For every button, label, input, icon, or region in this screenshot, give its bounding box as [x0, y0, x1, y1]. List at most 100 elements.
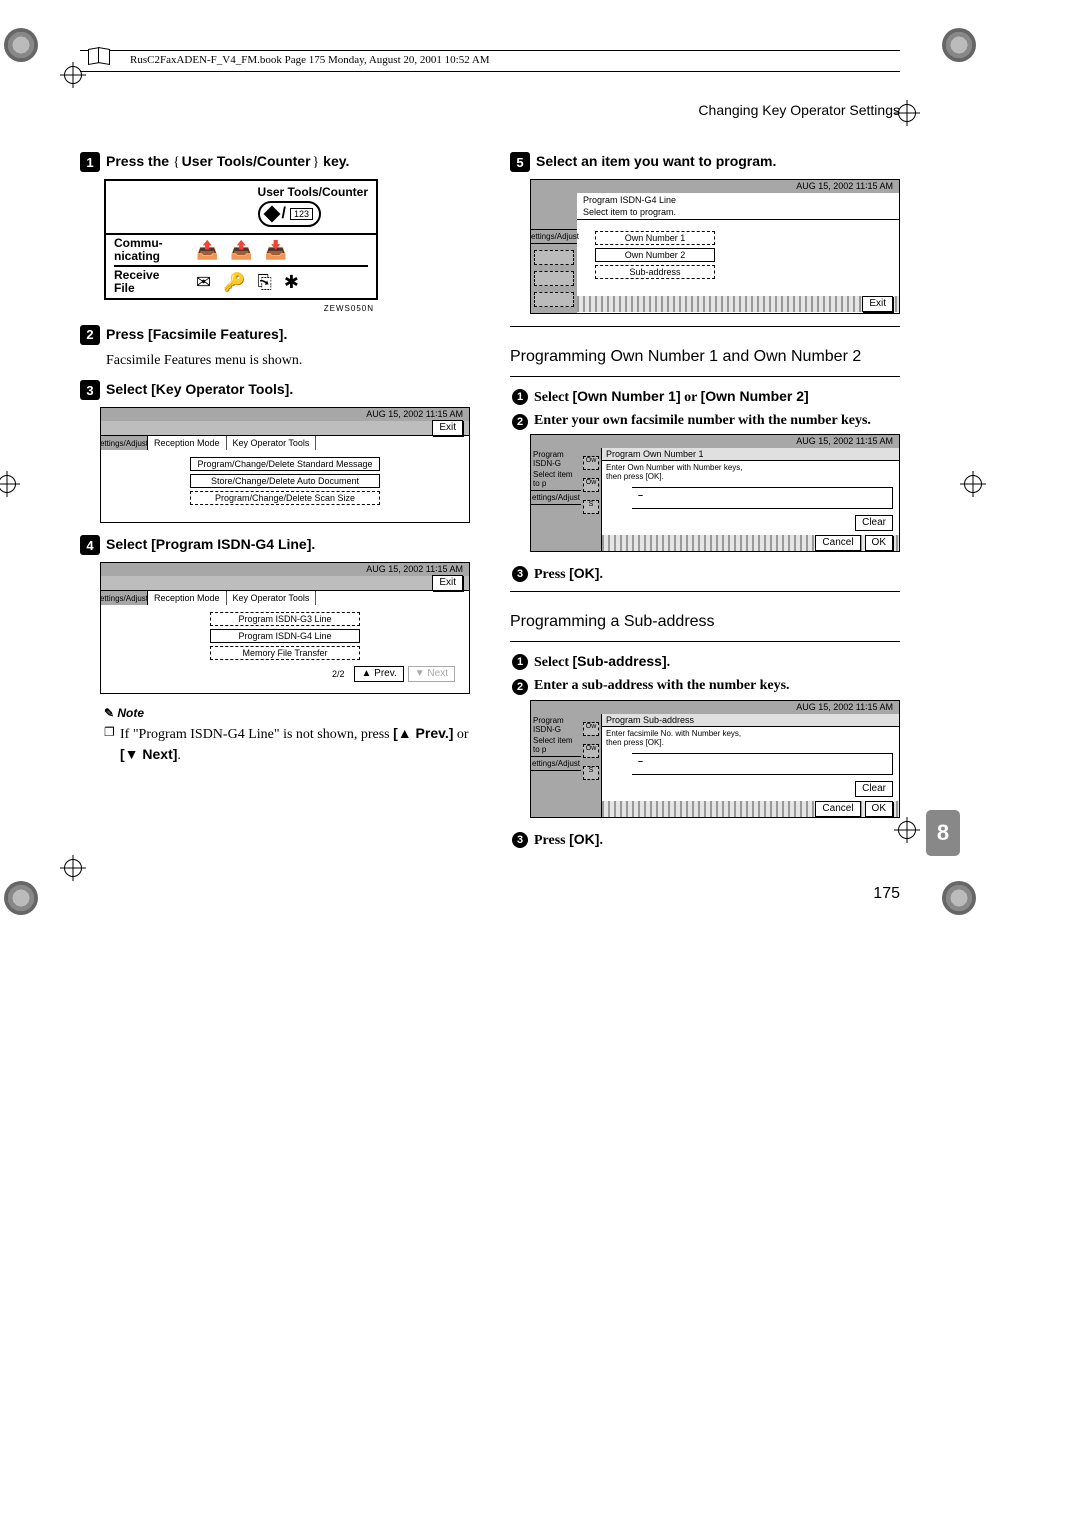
note-block: Note If "Program ISDN-G4 Line" is not sh… [104, 706, 470, 765]
side-tab[interactable]: ettings/Adjust [101, 436, 148, 450]
step-2: 2 Press [Facsimile Features]. [80, 325, 470, 346]
tab-keyop[interactable]: Key Operator Tools [227, 591, 317, 605]
substep-badge: 3 [512, 566, 528, 582]
substep-badge: 3 [512, 832, 528, 848]
asterisk-icon: ✱ [284, 272, 299, 293]
tab-reception[interactable]: Reception Mode [148, 436, 227, 450]
screenshot-sub-address: AUG 15, 2002 11∶15 AM Program ISDN-G Sel… [530, 700, 900, 818]
side-tab[interactable]: ettings/Adjust [101, 591, 148, 605]
menu-item[interactable]: Store/Change/Delete Auto Document [190, 474, 380, 488]
substep-3: 3 Press [OK]. [512, 564, 900, 585]
list-peek: Ow [583, 722, 599, 736]
next-button: ▼ Next [408, 666, 455, 682]
step-5: 5 Select an item you want to program. [510, 152, 900, 173]
menu-item[interactable]: Program/Change/Delete Scan Size [190, 491, 380, 505]
reg-mark-tr [942, 28, 976, 62]
dialog-hint: Enter Own Number with Number keys, then … [602, 461, 899, 483]
step-body: Facsimile Features menu is shown. [106, 352, 470, 371]
number-input[interactable] [632, 753, 893, 775]
row-label: Commu- nicating [114, 237, 184, 263]
chapter-tab: 8 [926, 810, 960, 856]
step-1: 1 Press the {User Tools/Counter} key. [80, 152, 470, 173]
substep-2b: 2 Enter a sub-address with the number ke… [512, 677, 900, 696]
reg-mark-bl [4, 881, 38, 915]
substep-badge: 1 [512, 389, 528, 405]
exit-button[interactable]: Exit [432, 420, 463, 436]
number-input[interactable] [632, 487, 893, 509]
substep-badge: 2 [512, 679, 528, 695]
ok-button[interactable]: OK [865, 535, 893, 551]
reg-mark-br [942, 881, 976, 915]
screenshot-select-item: AUG 15, 2002 11∶15 AM ettings/Adjust Pro… [530, 179, 900, 314]
clear-button[interactable]: Clear [855, 781, 893, 797]
ok-button[interactable]: OK [865, 801, 893, 817]
list-peek: Ow [583, 478, 599, 492]
step-badge-1: 1 [80, 152, 100, 172]
list-peek: S [583, 766, 599, 780]
doc-out-icon: 📤 [196, 240, 218, 261]
key-icon: 🔑 [223, 272, 245, 293]
crop-mark [894, 817, 920, 843]
cancel-button[interactable]: Cancel [815, 535, 860, 551]
step-4: 4 Select [Program ISDN-G4 Line]. [80, 535, 470, 556]
side-tab[interactable]: ettings/Adjust [531, 491, 581, 505]
section-title: Changing Key Operator Settings [80, 102, 900, 118]
time-strip: AUG 15, 2002 11∶15 AM [531, 435, 899, 448]
prev-button[interactable]: ▲ Prev. [354, 666, 403, 682]
breadcrumb: Program ISDN-G [531, 448, 581, 470]
prompt-text: Select item to p [531, 470, 581, 491]
substep-2: 2 Enter your own facsimile number with t… [512, 412, 900, 431]
list-peek: Ow [583, 456, 599, 470]
side-tab[interactable]: ettings/Adjust [531, 757, 581, 771]
time-strip: AUG 15, 2002 11∶15 AM [531, 701, 899, 714]
exit-button[interactable]: Exit [862, 296, 893, 312]
substep-badge: 2 [512, 414, 528, 430]
clear-button[interactable]: Clear [855, 515, 893, 531]
screenshot-isdn: AUG 15, 2002 11∶15 AM Exit ettings/Adjus… [100, 562, 470, 694]
header-text: RusC2FaxADEN-F_V4_FM.book Page 175 Monda… [130, 54, 490, 66]
step-badge-2: 2 [80, 325, 100, 345]
step-3: 3 Select [Key Operator Tools]. [80, 380, 470, 401]
own-number-2-button[interactable]: Own Number 2 [595, 248, 715, 262]
mail-icon: ✉︎ [196, 272, 211, 293]
menu-item[interactable]: Program ISDN-G4 Line [210, 629, 360, 643]
comm-icons: 📤 📤 📥 [196, 240, 287, 261]
prompt-text: Select item to program. [577, 207, 899, 220]
tab-keyop[interactable]: Key Operator Tools [227, 436, 317, 450]
time-strip: AUG 15, 2002 11∶15 AM [531, 180, 899, 193]
receive-icons: ✉︎ 🔑 ⎘ ✱ [196, 272, 299, 293]
list-peek: S [583, 500, 599, 514]
menu-item[interactable]: Program/Change/Delete Standard Message [190, 457, 380, 471]
crop-mark [60, 855, 86, 881]
tab-reception[interactable]: Reception Mode [148, 591, 227, 605]
usertools-key-icon: /123 [258, 201, 321, 227]
time-strip: AUG 15, 2002 11∶15 AM [101, 563, 469, 576]
doc-in-icon: 📥 [265, 240, 287, 261]
substep-3b: 3 Press [OK]. [512, 830, 900, 851]
step-text: Press the {User Tools/Counter} key. [106, 152, 349, 173]
panel-title: User Tools/Counter [258, 185, 368, 199]
step-badge-3: 3 [80, 380, 100, 400]
time-strip: AUG 15, 2002 11∶15 AM [101, 408, 469, 421]
own-number-1-button[interactable]: Own Number 1 [595, 231, 715, 245]
prompt-text: Select item to p [531, 736, 581, 757]
step-badge-4: 4 [80, 535, 100, 555]
page-number: 175 [50, 885, 900, 903]
side-tab[interactable]: ettings/Adjust [531, 229, 577, 244]
arrow-out-icon: ⎘ [258, 272, 272, 293]
section-sub-address: Programming a Sub-address [510, 612, 900, 633]
menu-item[interactable]: Program ISDN-G3 Line [210, 612, 360, 626]
cancel-button[interactable]: Cancel [815, 801, 860, 817]
exit-button[interactable]: Exit [432, 575, 463, 591]
screenshot-own-number: AUG 15, 2002 11∶15 AM Program ISDN-G Sel… [530, 434, 900, 552]
note-item: If "Program ISDN-G4 Line" is not shown, … [104, 724, 470, 765]
crop-mark [0, 471, 20, 497]
section-own-number: Programming Own Number 1 and Own Number … [510, 347, 900, 368]
doc-header: RusC2FaxADEN-F_V4_FM.book Page 175 Monda… [80, 50, 900, 72]
row-label: Receive File [114, 269, 184, 295]
sub-address-button[interactable]: Sub-address [595, 265, 715, 279]
step-badge-5: 5 [510, 152, 530, 172]
substep-badge: 1 [512, 654, 528, 670]
menu-item[interactable]: Memory File Transfer [210, 646, 360, 660]
list-peek: Ow [583, 744, 599, 758]
